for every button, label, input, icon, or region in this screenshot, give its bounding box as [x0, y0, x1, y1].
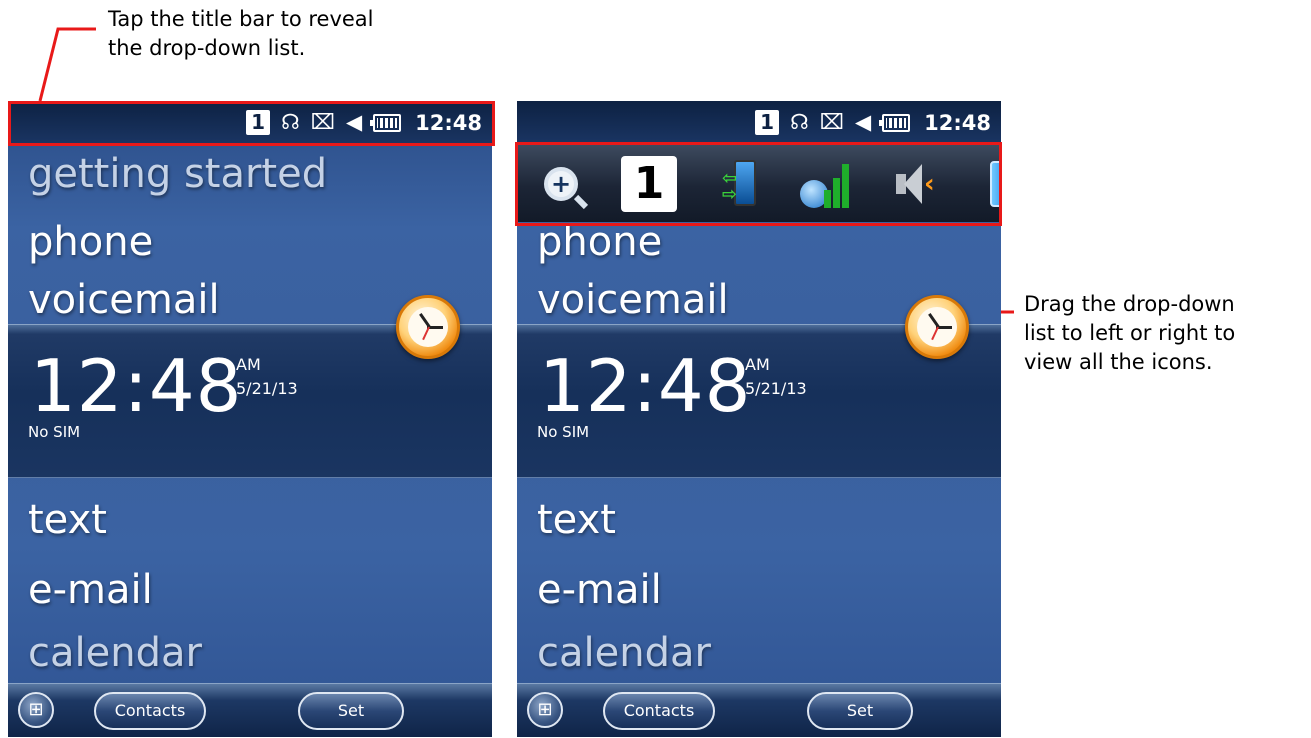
battery-icon[interactable]	[971, 156, 1001, 212]
sim-slot-icon: 1	[755, 110, 780, 135]
wifi-sync-icon: ☊	[281, 110, 300, 134]
leader-line-top	[38, 27, 96, 102]
battery-icon	[370, 113, 402, 132]
callout-drag-dropdown: Drag the drop-down list to left or right…	[1024, 292, 1236, 374]
windows-start-icon[interactable]: ⊞	[18, 692, 54, 728]
menu-text[interactable]: text	[537, 496, 616, 544]
analog-clock-icon	[396, 295, 460, 359]
menu-calendar[interactable]: calendar	[28, 629, 202, 677]
title-bar[interactable]: 1 ☊ ⌧ ◀ 12:48	[8, 101, 492, 144]
no-signal-icon: ⌧	[310, 110, 335, 134]
phone-screen-home: 1 ☊ ⌧ ◀ 12:48 getting started phone voic…	[8, 101, 492, 737]
volume-icon[interactable]: ‹	[885, 156, 945, 212]
sim-slot-icon: 1	[246, 110, 271, 135]
analog-clock-icon	[905, 295, 969, 359]
status-icons: 1 ☊ ⌧ ◀ 12:48	[246, 106, 482, 139]
menu-phone[interactable]: phone	[28, 218, 153, 266]
status-time: 12:48	[924, 110, 991, 135]
speaker-mute-icon: ◀	[345, 110, 363, 134]
menu-phone[interactable]: phone	[537, 218, 662, 266]
wifi-sync-icon: ☊	[790, 110, 809, 134]
set-softkey[interactable]: Set	[298, 692, 404, 730]
dropdown-icon-list[interactable]: + 1 ⇦ ⇨ ‹	[517, 144, 1001, 222]
date: 5/21/13	[236, 379, 298, 398]
clock-panel[interactable]: 12:48 AM 5/21/13 No SIM	[8, 295, 492, 478]
am-pm: AM	[236, 355, 261, 374]
contacts-softkey[interactable]: Contacts	[603, 692, 715, 730]
menu-voicemail[interactable]: voicemail	[537, 276, 729, 324]
phone-screen-dropdown: 1 ☊ ⌧ ◀ 12:48 + 1 ⇦ ⇨ ‹ phone voicemail …	[517, 101, 1001, 737]
am-pm: AM	[745, 355, 770, 374]
menu-getting-started[interactable]: getting started	[28, 150, 327, 198]
menu-calendar[interactable]: calendar	[537, 629, 711, 677]
battery-icon	[879, 113, 911, 132]
sim-status: No SIM	[537, 423, 590, 441]
windows-start-icon[interactable]: ⊞	[527, 692, 563, 728]
clock-panel[interactable]: 12:48 AM 5/21/13 No SIM	[517, 295, 1001, 478]
status-time: 12:48	[415, 110, 482, 135]
soft-key-bar: ⊞ Contacts Set	[8, 683, 492, 737]
menu-email[interactable]: e-mail	[28, 566, 153, 614]
sim-slot-icon[interactable]: 1	[619, 156, 679, 212]
menu-email[interactable]: e-mail	[537, 566, 662, 614]
callout-tap-title-bar: Tap the title bar to reveal the drop-dow…	[108, 7, 374, 60]
set-softkey[interactable]: Set	[807, 692, 913, 730]
contacts-softkey[interactable]: Contacts	[94, 692, 206, 730]
zoom-icon[interactable]: +	[531, 156, 591, 212]
menu-voicemail[interactable]: voicemail	[28, 276, 220, 324]
speaker-mute-icon: ◀	[854, 110, 872, 134]
activesync-icon[interactable]: ⇦ ⇨	[711, 156, 771, 212]
phone-signal-icon[interactable]	[795, 156, 855, 212]
big-time: 12:48	[30, 344, 243, 428]
menu-text[interactable]: text	[28, 496, 107, 544]
status-icons: 1 ☊ ⌧ ◀ 12:48	[755, 106, 991, 139]
no-signal-icon: ⌧	[819, 110, 844, 134]
big-time: 12:48	[539, 344, 752, 428]
sim-status: No SIM	[28, 423, 81, 441]
date: 5/21/13	[745, 379, 807, 398]
title-bar[interactable]: 1 ☊ ⌧ ◀ 12:48	[517, 101, 1001, 144]
dropdown-icon-strip[interactable]: + 1 ⇦ ⇨ ‹	[531, 156, 1001, 212]
soft-key-bar: ⊞ Contacts Set	[517, 683, 1001, 737]
